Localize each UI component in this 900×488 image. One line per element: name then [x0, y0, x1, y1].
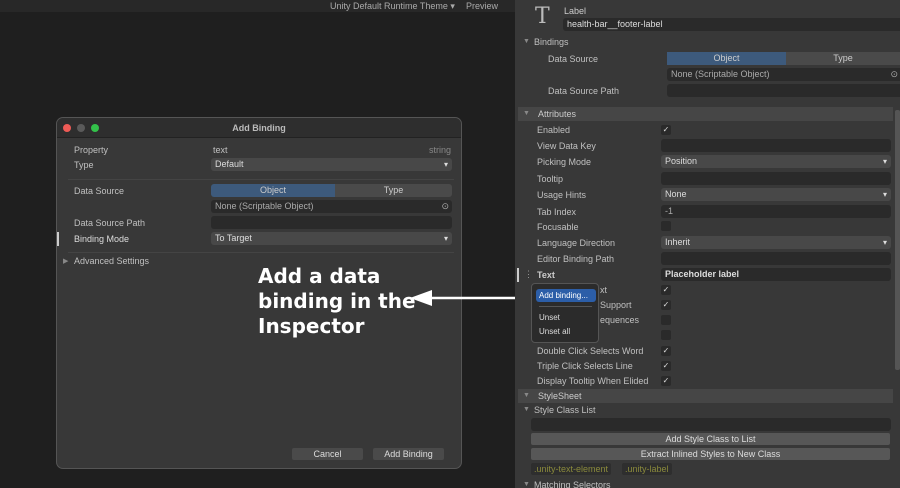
object-segment[interactable]: Object: [211, 184, 335, 197]
object-picker-icon[interactable]: ⊙: [441, 200, 449, 213]
selection-marker: [517, 268, 519, 282]
attributes-foldout[interactable]: Attributes: [518, 107, 893, 121]
property-label: Property: [74, 145, 109, 155]
display-tooltip-checkbox[interactable]: ✓: [661, 376, 671, 386]
close-button[interactable]: [63, 124, 71, 132]
binding-context-menu: Add binding... Unset Unset all: [531, 283, 599, 343]
kebab-icon[interactable]: ⋮: [524, 269, 533, 280]
attribute-label: Support: [600, 300, 632, 310]
style-class-input[interactable]: [531, 418, 891, 431]
picking-mode-dropdown[interactable]: Position: [661, 155, 891, 168]
label-type-icon: T: [535, 4, 550, 29]
class-tag[interactable]: .unity-text-element: [531, 463, 612, 475]
unset-menu-item[interactable]: Unset: [539, 313, 560, 322]
language-direction-label: Language Direction: [537, 238, 616, 248]
tooltip-field[interactable]: [661, 172, 891, 185]
text-field[interactable]: Placeholder label: [661, 268, 891, 281]
editor-binding-path-label: Editor Binding Path: [537, 254, 615, 264]
data-source-path-field[interactable]: [211, 216, 452, 229]
collapse-triangle-icon: ▼: [523, 38, 530, 45]
object-segment[interactable]: Object: [667, 52, 786, 65]
attribute-checkbox[interactable]: [661, 330, 671, 340]
data-source-label: Data Source: [74, 186, 125, 196]
tab-index-label: Tab Index: [537, 207, 577, 217]
text-label[interactable]: Text: [537, 270, 555, 280]
double-click-label: Double Click Selects Word: [537, 346, 644, 356]
attribute-checkbox[interactable]: [661, 315, 671, 325]
element-type: Label: [564, 6, 587, 16]
view-data-key-label: View Data Key: [537, 141, 596, 151]
class-tag[interactable]: .unity-label: [622, 463, 672, 475]
theme-dropdown[interactable]: Unity Default Runtime Theme ▾: [330, 1, 455, 11]
double-click-checkbox[interactable]: ✓: [661, 346, 671, 356]
focusable-label: Focusable: [537, 222, 579, 232]
editor-binding-path-field[interactable]: [661, 252, 891, 265]
usage-hints-label: Usage Hints: [537, 190, 587, 200]
attribute-label: xt: [600, 285, 608, 295]
data-source-object-field[interactable]: None (Scriptable Object) ⊙: [211, 200, 452, 213]
style-class-list-foldout[interactable]: Style Class List: [534, 405, 596, 415]
scene-toolbar: Unity Default Runtime Theme ▾ Preview: [0, 0, 515, 12]
data-source-object-field[interactable]: None (Scriptable Object) ⊙: [667, 68, 900, 81]
advanced-settings-foldout[interactable]: Advanced Settings: [74, 256, 149, 266]
selection-marker: [57, 232, 59, 246]
extract-styles-button[interactable]: Extract Inlined Styles to New Class: [531, 448, 890, 460]
property-type: string: [428, 145, 451, 155]
attribute-checkbox[interactable]: ✓: [661, 300, 671, 310]
stylesheet-foldout[interactable]: StyleSheet: [518, 389, 893, 403]
callout-text: Add a data binding in the Inspector: [258, 264, 416, 339]
matching-selectors-foldout[interactable]: Matching Selectors: [534, 480, 611, 488]
dialog-title: Add Binding: [57, 118, 461, 138]
add-binding-button[interactable]: Add Binding: [373, 448, 444, 460]
unset-all-menu-item[interactable]: Unset all: [539, 327, 570, 336]
type-segment[interactable]: Type: [786, 52, 900, 65]
minimize-button[interactable]: [77, 124, 85, 132]
preview-button[interactable]: Preview: [466, 1, 498, 11]
data-source-path-label: Data Source Path: [548, 86, 620, 96]
tab-index-field[interactable]: -1: [661, 205, 891, 218]
bindings-foldout[interactable]: Bindings: [534, 37, 569, 47]
collapse-triangle-icon: ▼: [523, 481, 530, 488]
expand-triangle-icon: ▶: [63, 258, 69, 265]
callout-line: binding in the: [258, 289, 416, 313]
callout-line: Add a data: [258, 264, 381, 288]
collapse-triangle-icon: ▼: [523, 392, 530, 399]
maximize-button[interactable]: [91, 124, 99, 132]
enabled-checkbox[interactable]: ✓: [661, 125, 671, 135]
language-direction-dropdown[interactable]: Inherit: [661, 236, 891, 249]
type-segment[interactable]: Type: [335, 184, 452, 197]
triple-click-label: Triple Click Selects Line: [537, 361, 633, 371]
attribute-label: equences: [600, 315, 640, 325]
view-data-key-field[interactable]: [661, 139, 891, 152]
data-source-path-label: Data Source Path: [74, 218, 146, 228]
element-name-field[interactable]: health-bar__footer-label: [563, 18, 900, 31]
focusable-checkbox[interactable]: [661, 221, 671, 231]
binding-mode-label: Binding Mode: [74, 234, 130, 244]
triple-click-checkbox[interactable]: ✓: [661, 361, 671, 371]
display-tooltip-label: Display Tooltip When Elided: [537, 376, 649, 386]
scrollbar[interactable]: [895, 110, 900, 370]
callout-line: Inspector: [258, 314, 365, 338]
add-style-class-button[interactable]: Add Style Class to List: [531, 433, 890, 445]
picking-mode-label: Picking Mode: [537, 157, 592, 167]
enabled-label: Enabled: [537, 125, 571, 135]
type-label: Type: [74, 160, 94, 170]
cancel-button[interactable]: Cancel: [292, 448, 363, 460]
data-source-path-field[interactable]: [667, 84, 900, 97]
type-dropdown[interactable]: Default: [211, 158, 452, 171]
collapse-triangle-icon: ▼: [523, 406, 530, 413]
binding-mode-dropdown[interactable]: To Target: [211, 232, 452, 245]
data-source-label: Data Source: [548, 54, 599, 64]
attribute-checkbox[interactable]: ✓: [661, 285, 671, 295]
object-picker-icon[interactable]: ⊙: [890, 68, 898, 81]
collapse-triangle-icon: ▼: [523, 110, 530, 117]
object-field-text: None (Scriptable Object): [671, 69, 770, 79]
tooltip-label: Tooltip: [537, 174, 564, 184]
add-binding-menu-item[interactable]: Add binding...: [536, 289, 596, 302]
usage-hints-dropdown[interactable]: None: [661, 188, 891, 201]
property-value: text: [213, 145, 228, 155]
inspector-panel: T Label health-bar__footer-label ▼ Bindi…: [515, 0, 900, 488]
object-field-text: None (Scriptable Object): [215, 201, 314, 211]
